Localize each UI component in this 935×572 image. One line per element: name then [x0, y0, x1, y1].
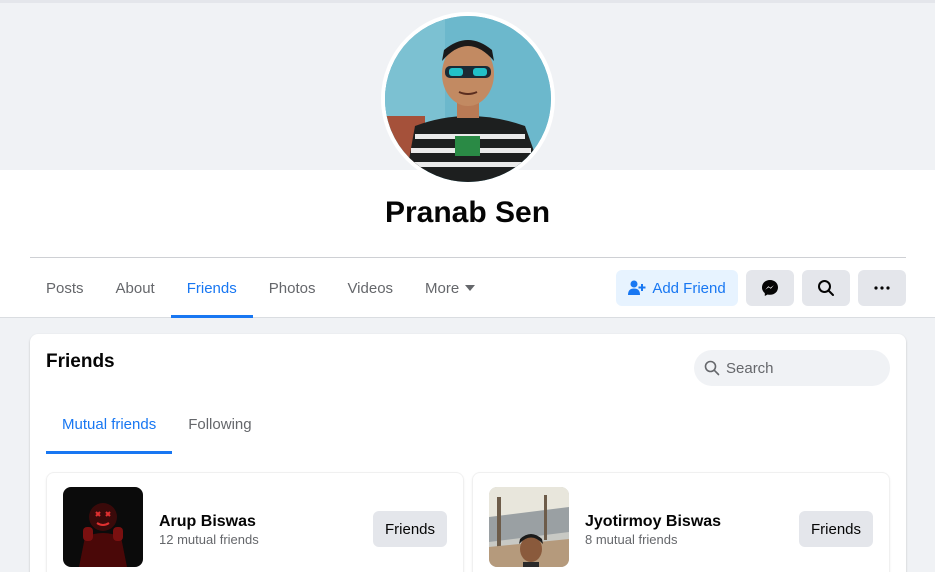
friend-mutual-count[interactable]: 12 mutual friends — [159, 532, 259, 547]
friends-section-title: Friends — [46, 351, 115, 372]
add-friend-button[interactable]: Add Friend — [616, 270, 738, 306]
tab-posts[interactable]: Posts — [30, 258, 100, 318]
friends-status-button[interactable]: Friends — [373, 511, 447, 547]
profile-name: Pranab Sen — [384, 196, 551, 229]
tab-about[interactable]: About — [100, 258, 171, 318]
friend-card[interactable]: Jyotirmoy Biswas 8 mutual friends Friend… — [472, 472, 890, 572]
friends-search[interactable] — [694, 350, 890, 386]
messenger-button[interactable] — [746, 270, 794, 306]
friend-name[interactable]: Arup Biswas — [159, 513, 256, 531]
friends-subtabs: Mutual friends Following — [46, 394, 268, 454]
friends-search-input[interactable] — [726, 359, 876, 377]
friend-photo[interactable] — [489, 487, 569, 567]
friend-card[interactable]: Arup Biswas 12 mutual friends Friends — [46, 472, 464, 572]
search-icon — [704, 360, 720, 376]
tab-following[interactable]: Following — [172, 394, 267, 454]
add-friend-icon — [628, 280, 646, 295]
tab-videos[interactable]: Videos — [331, 258, 409, 318]
tab-more[interactable]: More — [409, 258, 491, 318]
tab-photos[interactable]: Photos — [253, 258, 332, 318]
tab-mutual-friends[interactable]: Mutual friends — [46, 394, 173, 454]
profile-actions: Add Friend — [616, 270, 906, 306]
caret-down-icon — [465, 285, 476, 291]
add-friend-label: Add Friend — [652, 279, 726, 297]
more-options-button[interactable] — [858, 270, 906, 306]
friend-photo[interactable] — [63, 487, 143, 567]
friends-status-button[interactable]: Friends — [799, 511, 873, 547]
tab-friends[interactable]: Friends — [170, 258, 253, 318]
tab-more-label: More — [425, 279, 460, 297]
friends-grid: Arup Biswas 12 mutual friends Friends Jy… — [46, 472, 890, 572]
more-horizontal-icon — [874, 286, 890, 290]
friends-card: Friends Mutual friends Following — [30, 334, 906, 572]
search-button[interactable] — [802, 270, 850, 306]
profile-photo — [385, 16, 551, 182]
messenger-icon — [762, 280, 778, 296]
friend-name[interactable]: Jyotirmoy Biswas — [585, 513, 721, 531]
profile-nav: Posts About Friends Photos Videos More — [30, 258, 491, 318]
profile-avatar[interactable] — [381, 12, 555, 186]
friend-mutual-count[interactable]: 8 mutual friends — [585, 532, 678, 547]
search-icon — [818, 280, 834, 296]
